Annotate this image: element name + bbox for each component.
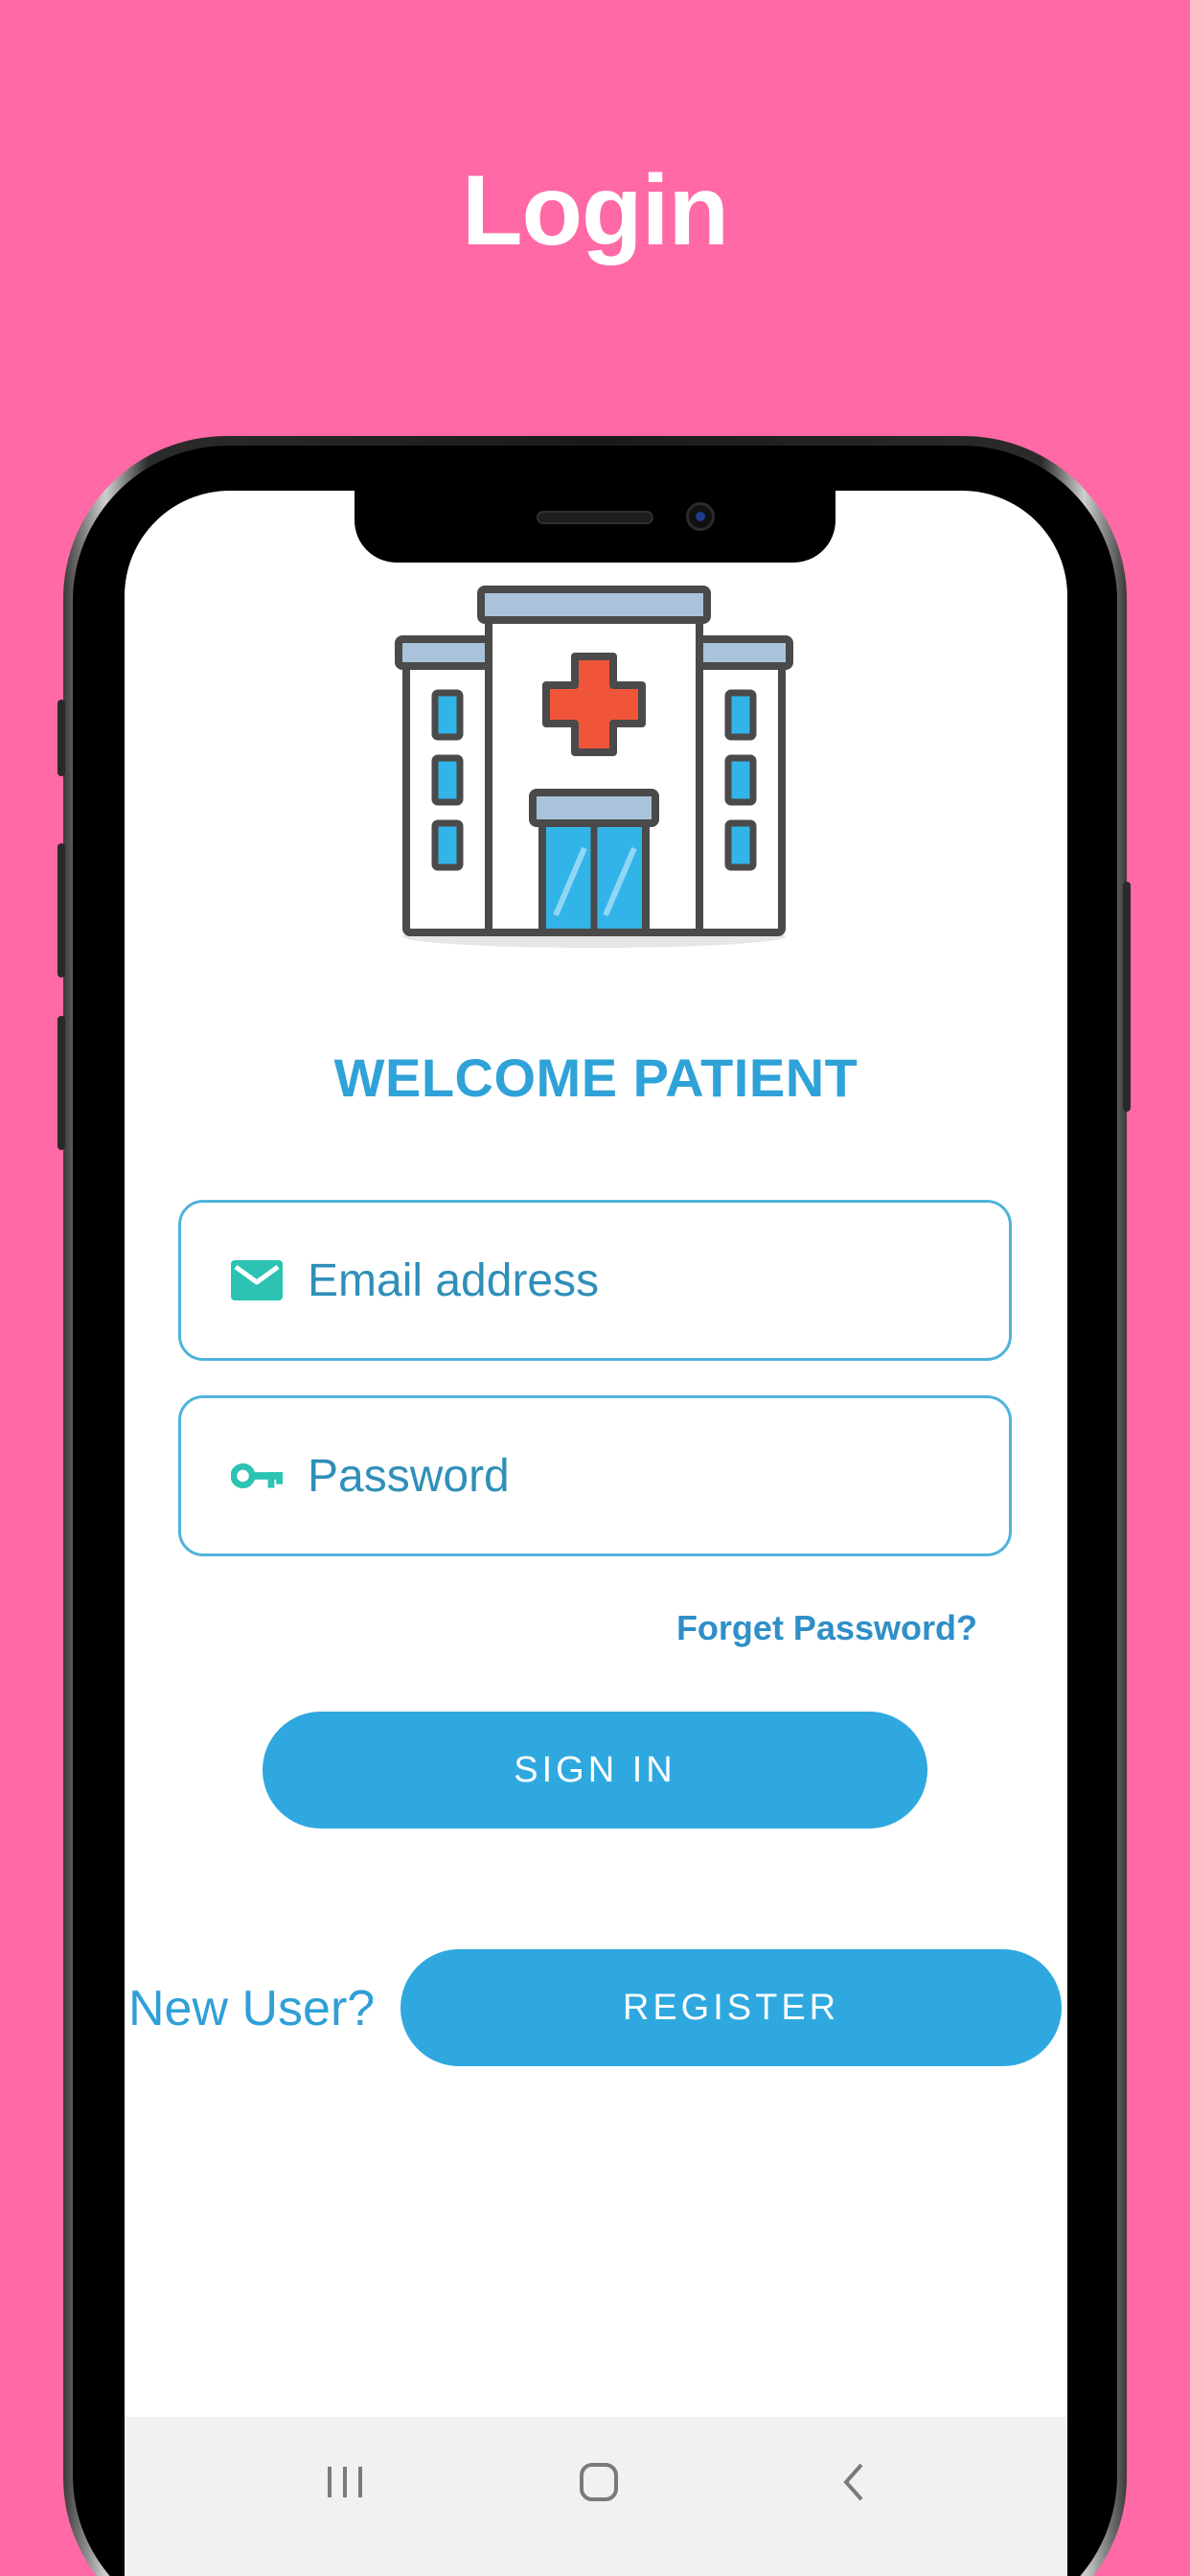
back-icon[interactable] (824, 2453, 881, 2511)
password-placeholder: Password (308, 1450, 510, 1502)
volume-button-down (57, 843, 65, 978)
forget-password-link[interactable]: Forget Password? (575, 1608, 977, 1648)
email-placeholder: Email address (308, 1254, 600, 1306)
new-user-label: New User? (128, 1981, 376, 2036)
recents-icon[interactable] (316, 2453, 374, 2511)
silent-switch (57, 1016, 65, 1150)
sign-in-button[interactable]: SIGN IN (263, 1712, 927, 1828)
earpiece-speaker (537, 511, 653, 524)
volume-button-up (57, 700, 65, 776)
home-icon[interactable] (570, 2453, 628, 2511)
hospital-icon (395, 586, 793, 948)
mail-icon (231, 1259, 283, 1301)
welcome-heading: WELCOME PATIENT (333, 1047, 858, 1108)
key-icon (231, 1455, 283, 1497)
front-camera (686, 502, 715, 531)
page-title: Login (461, 155, 729, 266)
power-button (1123, 882, 1131, 1112)
phone-notch (355, 491, 835, 563)
password-field[interactable]: Password (178, 1395, 1012, 1556)
email-field[interactable]: Email address (178, 1200, 1012, 1361)
register-button[interactable]: REGISTER (400, 1949, 1062, 2066)
page-canvas: Login WELCOME PATIENT Email address Pass… (0, 0, 1190, 2576)
